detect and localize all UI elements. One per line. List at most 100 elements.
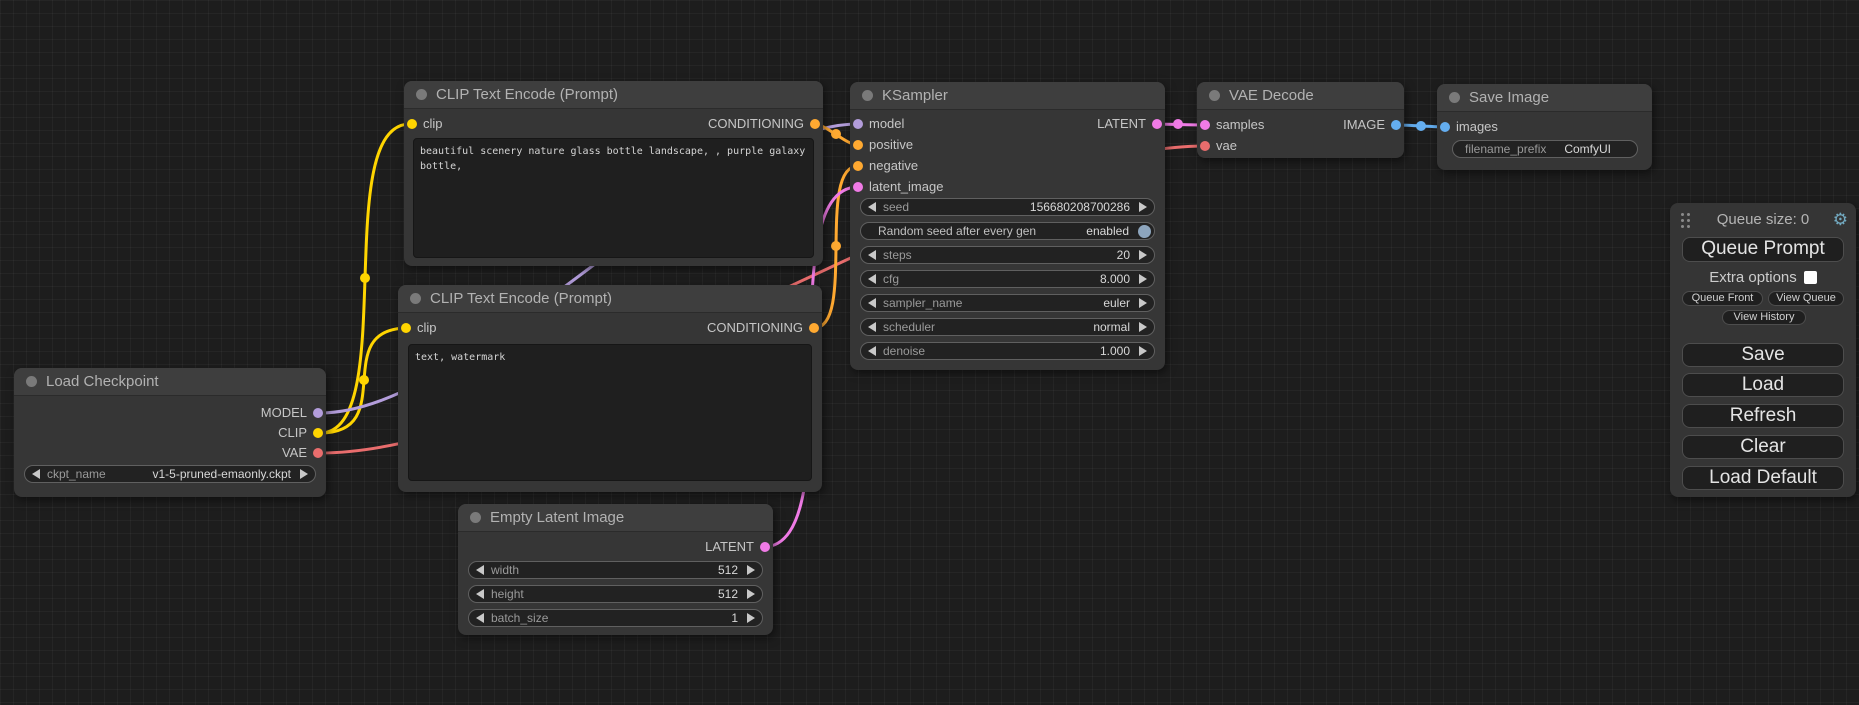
collapse-dot-icon[interactable] xyxy=(1449,92,1460,103)
prompt-textarea[interactable]: text, watermark xyxy=(408,344,812,481)
prompt-textarea[interactable]: beautiful scenery nature glass bottle la… xyxy=(413,138,814,258)
node-title-bar[interactable]: CLIP Text Encode (Prompt) xyxy=(404,81,823,109)
link-dot[interactable] xyxy=(1173,119,1183,129)
ckpt-name-widget[interactable]: ckpt_name v1-5-pruned-emaonly.ckpt xyxy=(24,465,316,483)
extra-options-label: Extra options xyxy=(1709,269,1797,286)
height-widget[interactable]: height 512 xyxy=(468,585,763,603)
widget-label: ckpt_name xyxy=(47,467,106,481)
increment-arrow-icon[interactable] xyxy=(747,565,755,575)
seed-widget[interactable]: seed 156680208700286 xyxy=(860,198,1155,216)
scheduler-widget[interactable]: scheduler normal xyxy=(860,318,1155,336)
input-port-latent-image[interactable] xyxy=(853,182,863,192)
node-title-bar[interactable]: Load Checkpoint xyxy=(14,368,326,396)
queue-front-button[interactable]: Queue Front xyxy=(1682,291,1763,306)
input-port-positive[interactable] xyxy=(853,140,863,150)
queue-panel: Queue size: 0 ⚙ Queue Prompt Extra optio… xyxy=(1670,203,1856,497)
save-button[interactable]: Save xyxy=(1682,343,1844,367)
output-port-model[interactable] xyxy=(313,408,323,418)
collapse-dot-icon[interactable] xyxy=(26,376,37,387)
output-port-vae[interactable] xyxy=(313,448,323,458)
increment-arrow-icon[interactable] xyxy=(747,589,755,599)
input-port-vae[interactable] xyxy=(1200,141,1210,151)
decrement-arrow-icon[interactable] xyxy=(868,322,876,332)
input-port-clip[interactable] xyxy=(407,119,417,129)
cfg-widget[interactable]: cfg 8.000 xyxy=(860,270,1155,288)
link-dot[interactable] xyxy=(831,241,841,251)
widget-label: sampler_name xyxy=(883,296,962,310)
widget-label: batch_size xyxy=(491,611,548,625)
width-widget[interactable]: width 512 xyxy=(468,561,763,579)
queue-prompt-button[interactable]: Queue Prompt xyxy=(1682,237,1844,262)
link-dot[interactable] xyxy=(360,273,370,283)
output-port-clip[interactable] xyxy=(313,428,323,438)
input-port-negative[interactable] xyxy=(853,161,863,171)
decrement-arrow-icon[interactable] xyxy=(868,202,876,212)
gear-icon[interactable]: ⚙ xyxy=(1833,210,1848,229)
output-port-latent[interactable] xyxy=(1152,119,1162,129)
widget-value: ComfyUI xyxy=(1564,142,1611,156)
input-port-samples[interactable] xyxy=(1200,120,1210,130)
node-title-bar[interactable]: CLIP Text Encode (Prompt) xyxy=(398,285,822,313)
random-seed-widget[interactable]: Random seed after every gen enabled xyxy=(860,222,1155,240)
load-button[interactable]: Load xyxy=(1682,373,1844,397)
link-dot[interactable] xyxy=(359,375,369,385)
decrement-arrow-icon[interactable] xyxy=(868,250,876,260)
denoise-widget[interactable]: denoise 1.000 xyxy=(860,342,1155,360)
increment-arrow-icon[interactable] xyxy=(1139,298,1147,308)
widget-value: euler xyxy=(1103,296,1130,310)
widget-label: height xyxy=(491,587,524,601)
input-label-vae: vae xyxy=(1216,138,1237,153)
link-dot[interactable] xyxy=(1416,121,1426,131)
toggle-dot-icon[interactable] xyxy=(1138,225,1151,238)
decrement-arrow-icon[interactable] xyxy=(476,589,484,599)
node-title-bar[interactable]: Save Image xyxy=(1437,84,1652,112)
node-title: Save Image xyxy=(1469,89,1549,106)
decrement-arrow-icon[interactable] xyxy=(476,613,484,623)
decrement-arrow-icon[interactable] xyxy=(868,274,876,284)
increment-arrow-icon[interactable] xyxy=(1139,202,1147,212)
batch-size-widget[interactable]: batch_size 1 xyxy=(468,609,763,627)
decrement-arrow-icon[interactable] xyxy=(32,469,40,479)
collapse-dot-icon[interactable] xyxy=(470,512,481,523)
clear-button[interactable]: Clear xyxy=(1682,435,1844,459)
output-port-conditioning[interactable] xyxy=(810,119,820,129)
refresh-button[interactable]: Refresh xyxy=(1682,404,1844,428)
decrement-arrow-icon[interactable] xyxy=(476,565,484,575)
input-port-clip[interactable] xyxy=(401,323,411,333)
collapse-dot-icon[interactable] xyxy=(1209,90,1220,101)
node-title-bar[interactable]: KSampler xyxy=(850,82,1165,110)
collapse-dot-icon[interactable] xyxy=(410,293,421,304)
output-port-latent[interactable] xyxy=(760,542,770,552)
decrement-arrow-icon[interactable] xyxy=(868,346,876,356)
node-title-bar[interactable]: Empty Latent Image xyxy=(458,504,773,532)
load-default-button[interactable]: Load Default xyxy=(1682,466,1844,490)
increment-arrow-icon[interactable] xyxy=(1139,274,1147,284)
sampler-name-widget[interactable]: sampler_name euler xyxy=(860,294,1155,312)
node-vae-decode: VAE Decode samples vae IMAGE xyxy=(1197,82,1404,158)
node-title: CLIP Text Encode (Prompt) xyxy=(430,290,612,307)
increment-arrow-icon[interactable] xyxy=(300,469,308,479)
filename-prefix-widget[interactable]: filename_prefix ComfyUI xyxy=(1452,140,1638,158)
link-dot[interactable] xyxy=(831,129,841,139)
decrement-arrow-icon[interactable] xyxy=(868,298,876,308)
widget-value: v1-5-pruned-emaonly.ckpt xyxy=(152,467,291,481)
collapse-dot-icon[interactable] xyxy=(862,90,873,101)
output-port-conditioning[interactable] xyxy=(809,323,819,333)
input-port-images[interactable] xyxy=(1440,122,1450,132)
output-label-latent: LATENT xyxy=(705,539,754,554)
increment-arrow-icon[interactable] xyxy=(1139,346,1147,356)
increment-arrow-icon[interactable] xyxy=(747,613,755,623)
increment-arrow-icon[interactable] xyxy=(1139,250,1147,260)
widget-label: filename_prefix xyxy=(1465,142,1546,156)
extra-options-checkbox[interactable] xyxy=(1804,271,1817,284)
increment-arrow-icon[interactable] xyxy=(1139,322,1147,332)
input-port-model[interactable] xyxy=(853,119,863,129)
view-queue-button[interactable]: View Queue xyxy=(1768,291,1844,306)
steps-widget[interactable]: steps 20 xyxy=(860,246,1155,264)
output-port-image[interactable] xyxy=(1391,120,1401,130)
widget-value: 156680208700286 xyxy=(1030,200,1130,214)
view-history-button[interactable]: View History xyxy=(1722,310,1806,325)
input-label-latent-image: latent_image xyxy=(869,179,943,194)
collapse-dot-icon[interactable] xyxy=(416,89,427,100)
node-title-bar[interactable]: VAE Decode xyxy=(1197,82,1404,110)
